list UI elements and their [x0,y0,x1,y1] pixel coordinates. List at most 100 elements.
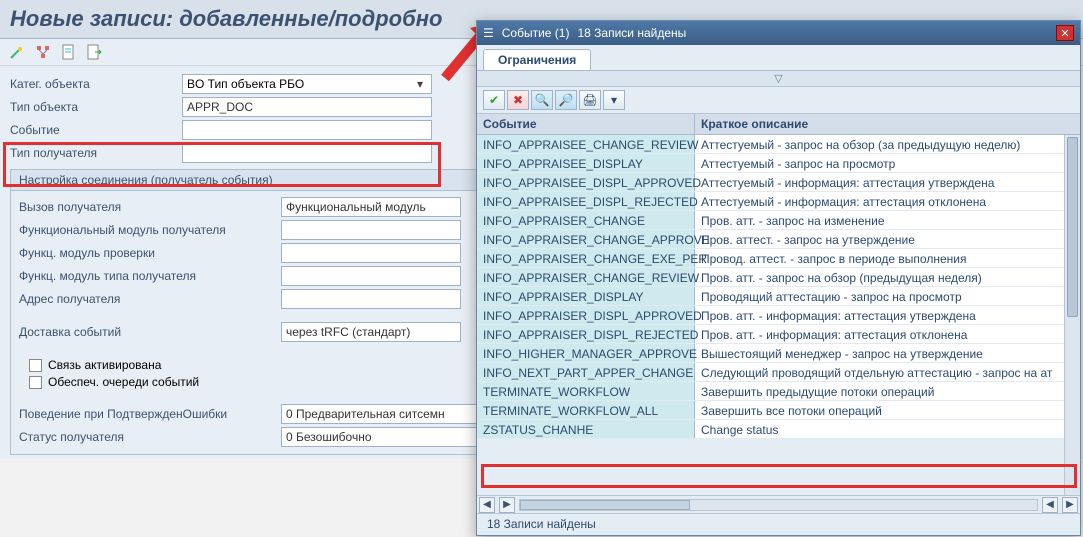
table-row[interactable]: ZSTATUS_CHANHEChange status [477,420,1080,439]
grid-header: Событие Краткое описание [477,114,1080,135]
structure-icon[interactable] [34,43,52,61]
object-type-label: Тип объекта [10,100,182,114]
cell-event: INFO_APPRAISER_CHANGE [477,211,695,229]
object-category-label: Катег. объекта [10,77,182,91]
object-type-input[interactable] [182,97,432,117]
link-active-checkbox[interactable] [29,359,42,372]
cell-event: INFO_APPRAISEE_CHANGE_REVIEW [477,135,695,153]
fm-rectype-label: Функц. модуль типа получателя [19,269,281,283]
delivery-label: Доставка событий [19,325,281,339]
table-row[interactable]: INFO_APPRAISEE_DISPL_REJECTEDАттестуемый… [477,192,1080,211]
cell-event: INFO_APPRAISER_DISPL_REJECTED [477,325,695,343]
receiver-call-input[interactable] [281,197,461,217]
cell-desc: Аттестуемый - запрос на обзор (за предыд… [695,135,1080,153]
cell-desc: Следующий проводящий отдельную аттестаци… [695,363,1080,381]
result-grid: Событие Краткое описание INFO_APPRAISEE_… [477,114,1080,495]
cell-desc: Аттестуемый - информация: аттестация отк… [695,192,1080,210]
hscroll-track[interactable] [519,499,1038,511]
col-event-header[interactable]: Событие [477,114,695,134]
cell-desc: Пров. атт. - запрос на изменение [695,211,1080,229]
cell-desc: Завершить все потоки операций [695,401,1080,419]
table-row[interactable]: TERMINATE_WORKFLOWЗавершить предыдущие п… [477,382,1080,401]
document-icon[interactable] [60,43,78,61]
table-row[interactable]: INFO_APPRAISER_CHANGE_REVIEWПров. атт. -… [477,268,1080,287]
receiver-status-input[interactable] [281,427,481,447]
grid-body: INFO_APPRAISEE_CHANGE_REVIEWАттестуемый … [477,135,1080,495]
cell-event: TERMINATE_WORKFLOW_ALL [477,401,695,419]
cell-desc: Change status [695,420,1080,438]
table-row[interactable]: INFO_APPRAISER_DISPLAYПроводящий аттеста… [477,287,1080,306]
receiver-type-input[interactable] [182,143,432,163]
table-row[interactable]: INFO_APPRAISER_CHANGE_APPROVEПров. аттес… [477,230,1080,249]
cell-event: INFO_APPRAISEE_DISPL_APPROVED [477,173,695,191]
dialog-title-bar[interactable]: ☰ Событие (1) 18 Записи найдены ✕ [477,21,1080,45]
fm-check-label: Функц. модуль проверки [19,246,281,260]
cell-event: ZSTATUS_CHANHE [477,420,695,438]
cell-event: INFO_APPRAISEE_DISPL_REJECTED [477,192,695,210]
scroll-left-step-icon[interactable]: ▶ [499,497,515,513]
receiver-type-label: Тип получателя [10,146,182,160]
table-row[interactable]: INFO_APPRAISER_CHANGE_EXE_PERПровод. атт… [477,249,1080,268]
scroll-left-icon[interactable]: ◀ [479,497,495,513]
event-input[interactable] [182,120,432,140]
behavior-input[interactable] [281,404,481,424]
receiver-addr-label: Адрес получателя [19,292,281,306]
scroll-right-icon[interactable]: ▶ [1062,497,1078,513]
filter-collapse-bar[interactable]: ▽ [477,71,1080,87]
object-category-value: BO Тип объекта РБО [187,77,304,91]
table-row[interactable]: INFO_NEXT_PART_APPER_CHANGEСледующий про… [477,363,1080,382]
dialog-count-text: 18 Записи найдены [577,26,686,40]
search-next-button[interactable]: 🔎 [555,90,577,110]
cell-event: INFO_APPRAISER_CHANGE_REVIEW [477,268,695,286]
dialog-tabs: Ограничения [477,45,1080,71]
fm-rectype-input[interactable] [281,266,461,286]
cell-event: INFO_APPRAISER_CHANGE_APPROVE [477,230,695,248]
fm-receiver-input[interactable] [281,220,461,240]
table-row[interactable]: INFO_APPRAISER_DISPL_APPROVEDПров. атт. … [477,306,1080,325]
cell-event: TERMINATE_WORKFLOW [477,382,695,400]
accept-button[interactable]: ✔ [483,90,505,110]
cell-desc: Вышестоящий менеджер - запрос на утвержд… [695,344,1080,362]
col-desc-header[interactable]: Краткое описание [695,114,1080,134]
more-button[interactable]: ▾ [603,90,625,110]
link-active-label: Связь активирована [48,358,161,372]
dialog-list-icon: ☰ [483,26,494,40]
search-button[interactable]: 🔍 [531,90,553,110]
cell-desc: Пров. атт. - запрос на обзор (предыдущая… [695,268,1080,286]
table-row[interactable]: INFO_APPRAISEE_DISPLAYАттестуемый - запр… [477,154,1080,173]
table-row[interactable]: INFO_HIGHER_MANAGER_APPROVEВышестоящий м… [477,344,1080,363]
scroll-thumb[interactable] [1067,137,1078,317]
fm-check-input[interactable] [281,243,461,263]
fm-receiver-label: Функциональный модуль получателя [19,223,281,237]
cell-desc: Пров. аттест. - запрос на утверждение [695,230,1080,248]
close-icon[interactable]: ✕ [1056,25,1074,41]
tab-restrictions[interactable]: Ограничения [483,49,591,70]
cell-event: INFO_APPRAISEE_DISPLAY [477,154,695,172]
cell-desc: Аттестуемый - информация: аттестация утв… [695,173,1080,191]
cell-event: INFO_APPRAISER_CHANGE_EXE_PER [477,249,695,267]
table-row[interactable]: INFO_APPRAISER_DISPL_REJECTEDПров. атт. … [477,325,1080,344]
print-button[interactable]: 🖨 [579,90,601,110]
cell-desc: Пров. атт. - информация: аттестация утве… [695,306,1080,324]
cell-desc: Завершить предыдущие потоки операций [695,382,1080,400]
cancel-button[interactable]: ✖ [507,90,529,110]
horizontal-scrollbar[interactable]: ◀ ▶ ◀ ▶ [477,495,1080,513]
table-row[interactable]: TERMINATE_WORKFLOW_ALLЗавершить все пото… [477,401,1080,420]
receiver-addr-input[interactable] [281,289,461,309]
forward-icon[interactable] [86,43,104,61]
table-row[interactable]: INFO_APPRAISEE_CHANGE_REVIEWАттестуемый … [477,135,1080,154]
table-row[interactable]: INFO_APPRAISER_CHANGEПров. атт. - запрос… [477,211,1080,230]
collapse-icon: ▽ [774,72,782,85]
cell-desc: Аттестуемый - запрос на просмотр [695,154,1080,172]
vertical-scrollbar[interactable] [1064,135,1080,495]
object-category-select[interactable]: BO Тип объекта РБО ▾ [182,74,432,94]
table-row[interactable]: INFO_APPRAISEE_DISPL_APPROVEDАттестуемый… [477,173,1080,192]
queue-checkbox[interactable] [29,376,42,389]
wand-icon[interactable] [8,43,26,61]
hscroll-thumb[interactable] [520,500,690,510]
cell-event: INFO_HIGHER_MANAGER_APPROVE [477,344,695,362]
delivery-input[interactable] [281,322,461,342]
scroll-right-step-icon[interactable]: ◀ [1042,497,1058,513]
event-label: Событие [10,123,182,137]
receiver-status-label: Статус получателя [19,430,281,444]
